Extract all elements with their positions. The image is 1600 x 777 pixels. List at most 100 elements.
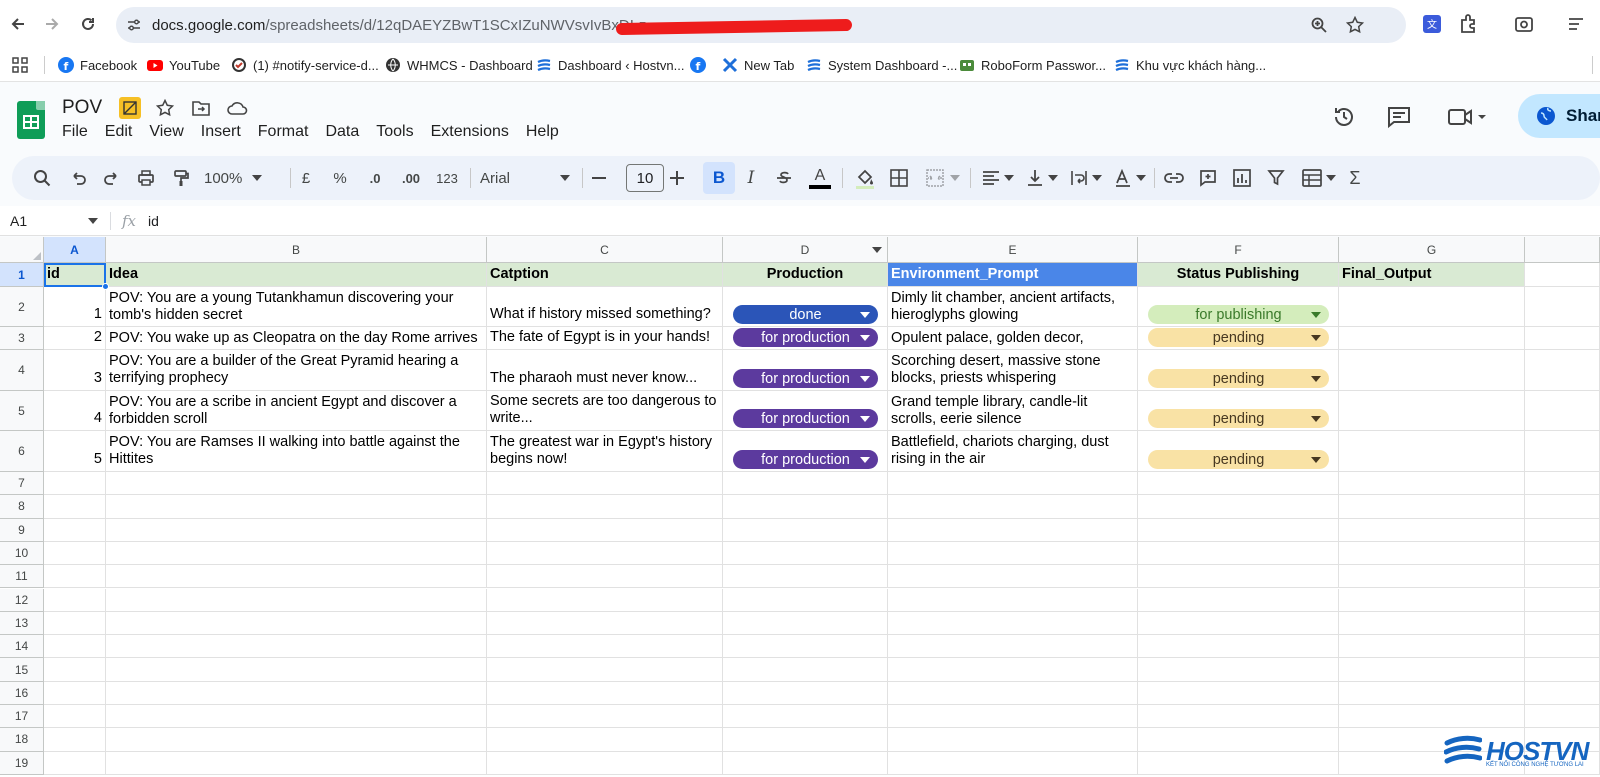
grid-cell[interactable] bbox=[1339, 541, 1525, 566]
row-header-4[interactable]: 4 bbox=[0, 350, 44, 391]
menu-extensions[interactable]: Extensions bbox=[431, 123, 509, 141]
grid-cell[interactable] bbox=[723, 705, 888, 729]
grid-cell[interactable] bbox=[1339, 635, 1525, 659]
grid-cell[interactable] bbox=[888, 588, 1138, 612]
text-rotation-button[interactable] bbox=[1110, 164, 1150, 192]
grid-cell[interactable] bbox=[487, 472, 723, 496]
row-header-16[interactable]: 16 bbox=[0, 681, 44, 705]
cell-idea[interactable]: POV: You are a young Tutankhamun discove… bbox=[106, 287, 487, 327]
row-header-1[interactable]: 1 bbox=[0, 263, 44, 287]
grid-cell[interactable] bbox=[487, 518, 723, 542]
grid-cell[interactable] bbox=[487, 681, 723, 705]
cell-caption[interactable]: Some secrets are too dangerous to write.… bbox=[487, 391, 723, 431]
star-icon[interactable] bbox=[154, 97, 176, 119]
chevron-down-icon[interactable] bbox=[860, 376, 870, 382]
meet-camera-icon[interactable] bbox=[1447, 104, 1487, 130]
row-header-15[interactable]: 15 bbox=[0, 658, 44, 682]
grid-cell[interactable] bbox=[44, 588, 106, 612]
grid-cell[interactable] bbox=[723, 751, 888, 775]
chevron-down-icon[interactable] bbox=[860, 416, 870, 422]
zoom-icon[interactable] bbox=[1310, 16, 1328, 34]
row-header-14[interactable]: 14 bbox=[0, 635, 44, 659]
row-header-12[interactable]: 12 bbox=[0, 588, 44, 612]
grid-cell[interactable] bbox=[1525, 350, 1600, 391]
grid-cell[interactable] bbox=[1525, 518, 1600, 542]
status-dropdown-chip[interactable]: for publishing bbox=[1148, 305, 1329, 324]
fill-handle[interactable] bbox=[102, 283, 109, 290]
more-formats-button[interactable]: 123 bbox=[432, 164, 462, 192]
grid-cell[interactable] bbox=[723, 658, 888, 682]
row-header-2[interactable]: 2 bbox=[0, 287, 44, 327]
row-header-7[interactable]: 7 bbox=[0, 472, 44, 496]
grid-cell[interactable] bbox=[44, 658, 106, 682]
reload-button[interactable] bbox=[76, 12, 100, 36]
grid-cell[interactable] bbox=[487, 635, 723, 659]
chevron-down-icon[interactable] bbox=[1311, 457, 1321, 463]
cell-final[interactable] bbox=[1339, 287, 1525, 327]
cell-id[interactable]: 1 bbox=[44, 287, 106, 327]
cell-environment[interactable]: Scorching desert, massive stone blocks, … bbox=[888, 350, 1138, 391]
grid-cell[interactable] bbox=[723, 681, 888, 705]
grid-cell[interactable] bbox=[487, 541, 723, 566]
production-dropdown-chip[interactable]: done bbox=[733, 305, 878, 324]
header-cell-environment[interactable]: Environment_Prompt bbox=[888, 263, 1138, 287]
production-dropdown-chip[interactable]: for production bbox=[733, 369, 878, 388]
grid-cell[interactable] bbox=[888, 611, 1138, 636]
row-header-19[interactable]: 19 bbox=[0, 751, 44, 775]
grid-cell[interactable] bbox=[106, 635, 487, 659]
print-button[interactable] bbox=[134, 164, 158, 192]
cell-idea[interactable]: POV: You wake up as Cleopatra on the day… bbox=[106, 327, 487, 350]
grid-cell[interactable] bbox=[1138, 472, 1339, 496]
cell-environment[interactable]: Battlefield, chariots charging, dust ris… bbox=[888, 431, 1138, 472]
grid-cell[interactable] bbox=[44, 705, 106, 729]
row-header-9[interactable]: 9 bbox=[0, 518, 44, 542]
grid-cell[interactable] bbox=[44, 751, 106, 775]
grid-cell[interactable] bbox=[1525, 287, 1600, 327]
menu-data[interactable]: Data bbox=[325, 123, 359, 141]
grid-cell[interactable] bbox=[106, 588, 487, 612]
grid-cell[interactable] bbox=[888, 705, 1138, 729]
grid-cell[interactable] bbox=[44, 518, 106, 542]
cloud-saved-icon[interactable] bbox=[226, 97, 248, 119]
row-header-10[interactable]: 10 bbox=[0, 541, 44, 566]
cell-id[interactable]: 5 bbox=[44, 431, 106, 472]
grid-cell[interactable] bbox=[1525, 588, 1600, 612]
menu-help[interactable]: Help bbox=[526, 123, 559, 141]
grid-cell[interactable] bbox=[106, 565, 487, 589]
bookmark-whmcs[interactable]: WHMCS - Dashboard bbox=[385, 55, 533, 75]
grid-cell[interactable] bbox=[1339, 611, 1525, 636]
cell-id[interactable]: 3 bbox=[44, 350, 106, 391]
grid-cell[interactable] bbox=[44, 681, 106, 705]
grid-cell[interactable] bbox=[1339, 705, 1525, 729]
grid-cell[interactable] bbox=[106, 728, 487, 752]
cell-final[interactable] bbox=[1339, 391, 1525, 431]
translate-extension-icon[interactable]: 文 bbox=[1421, 13, 1443, 35]
bold-button[interactable]: B bbox=[703, 162, 735, 194]
paint-format-button[interactable] bbox=[169, 164, 193, 192]
grid-cell[interactable] bbox=[1525, 495, 1600, 519]
grid-cell[interactable] bbox=[1339, 495, 1525, 519]
chevron-down-icon[interactable] bbox=[860, 457, 870, 463]
menu-edit[interactable]: Edit bbox=[105, 123, 133, 141]
bookmark-facebook[interactable]: f Facebook bbox=[58, 55, 137, 75]
grid-cell[interactable] bbox=[487, 495, 723, 519]
site-info-icon[interactable] bbox=[126, 17, 142, 33]
grid-cell[interactable] bbox=[723, 518, 888, 542]
column-header-g[interactable]: G bbox=[1339, 237, 1525, 263]
grid-cell[interactable] bbox=[1525, 658, 1600, 682]
grid-cell[interactable] bbox=[1339, 518, 1525, 542]
cell-id[interactable]: 2 bbox=[44, 327, 106, 350]
bookmark-roboform[interactable]: RoboForm Passwor... bbox=[959, 55, 1106, 75]
grid-cell[interactable] bbox=[44, 495, 106, 519]
grid-cell[interactable] bbox=[106, 705, 487, 729]
grid-cell[interactable] bbox=[1525, 681, 1600, 705]
grid-cell[interactable] bbox=[1339, 588, 1525, 612]
decrease-font-size-button[interactable] bbox=[588, 164, 610, 192]
grid-cell[interactable] bbox=[487, 565, 723, 589]
zoom-select[interactable]: 100% bbox=[204, 164, 282, 192]
cell-final[interactable] bbox=[1339, 327, 1525, 350]
status-dropdown-chip[interactable]: pending bbox=[1148, 450, 1329, 469]
grid-cell[interactable] bbox=[106, 495, 487, 519]
cell-final[interactable] bbox=[1339, 350, 1525, 391]
bookmark-hostvn-dashboard[interactable]: Dashboard ‹ Hostvn... bbox=[536, 55, 684, 75]
